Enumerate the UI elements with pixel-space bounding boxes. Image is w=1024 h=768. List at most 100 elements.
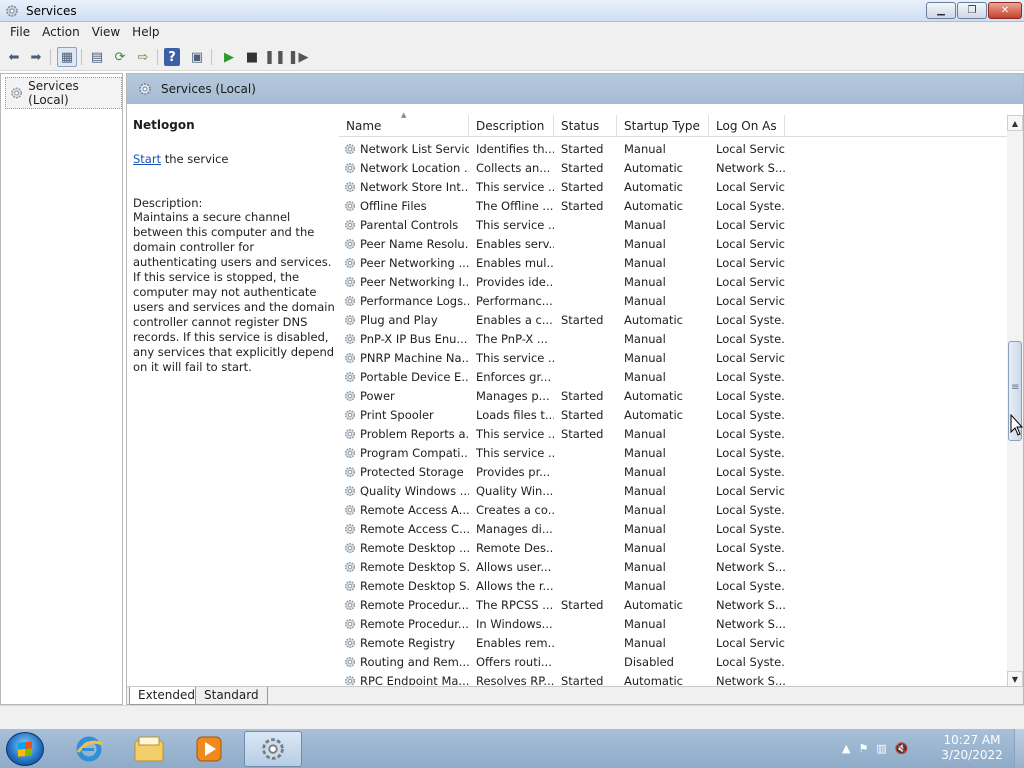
help-icon[interactable]: ?: [164, 48, 180, 66]
menu-help[interactable]: Help: [126, 22, 165, 43]
table-row[interactable]: Parental Controls This service ... Manual L…: [339, 215, 1007, 234]
table-row[interactable]: Network Store Int... This service ... Star…: [339, 177, 1007, 196]
service-description-cell: Manages p...: [476, 388, 550, 403]
table-row[interactable]: Portable Device E... Enforces gr... Manual…: [339, 367, 1007, 386]
console-tree-icon[interactable]: ▦: [57, 47, 77, 67]
column-header-startup-type[interactable]: Startup Type: [617, 115, 709, 136]
column-header-description[interactable]: Description: [469, 115, 554, 136]
service-name-text: Network List Service: [360, 141, 469, 156]
network-icon[interactable]: ▥: [876, 742, 886, 755]
vertical-scrollbar[interactable]: ▲ ▼: [1007, 115, 1023, 687]
service-name-cell: Routing and Rem...: [339, 655, 469, 669]
close-button[interactable]: ✕: [988, 2, 1022, 19]
tab-standard[interactable]: Standard: [195, 687, 268, 705]
table-row[interactable]: Peer Name Resolu... Enables serv... Manual…: [339, 234, 1007, 253]
table-row[interactable]: Peer Networking I... Provides ide... Manua…: [339, 272, 1007, 291]
table-row[interactable]: Quality Windows ... Quality Win... Manual L…: [339, 481, 1007, 500]
view-icon[interactable]: ▣: [187, 47, 207, 67]
service-name-cell: Portable Device E...: [339, 370, 469, 384]
properties-icon[interactable]: ▤: [87, 47, 107, 67]
forward-icon[interactable]: ➡: [26, 47, 46, 67]
service-status-cell: Started: [561, 312, 604, 327]
service-name-text: Remote Desktop S...: [360, 578, 469, 593]
table-row[interactable]: Power Manages p... Started Automatic Local S…: [339, 386, 1007, 405]
service-startup-type-cell: Automatic: [624, 673, 683, 686]
service-description-cell: Provides pr...: [476, 464, 551, 479]
service-gear-icon: [343, 161, 357, 175]
table-row[interactable]: Network List Service Identifies th... Star…: [339, 139, 1007, 158]
service-description-cell: Identifies th...: [476, 141, 554, 156]
table-row[interactable]: RPC Endpoint Ma... Resolves RP... Started A…: [339, 671, 1007, 685]
service-gear-icon: [343, 446, 357, 460]
table-row[interactable]: Network Location ... Collects an... Starte…: [339, 158, 1007, 177]
table-row[interactable]: Routing and Rem... Offers routi... Disable…: [339, 652, 1007, 671]
table-row[interactable]: Remote Desktop ... Remote Des... Manual Loc…: [339, 538, 1007, 557]
service-status-cell: Started: [561, 179, 604, 194]
table-row[interactable]: Offline Files The Offline ... Started Autom…: [339, 196, 1007, 215]
tree-node-label: Services (Local): [28, 79, 79, 107]
service-name-cell: Performance Logs...: [339, 294, 469, 308]
table-row[interactable]: Remote Procedur... The RPCSS ... Started Au…: [339, 595, 1007, 614]
menu-action[interactable]: Action: [36, 22, 86, 43]
back-icon[interactable]: ⬅: [4, 47, 24, 67]
minimize-button[interactable]: ▁: [926, 2, 956, 19]
service-gear-icon: [343, 598, 357, 612]
service-name-text: Quality Windows ...: [360, 483, 469, 498]
service-name-text: Remote Procedur...: [360, 597, 469, 612]
service-log-on-as-cell: Local Syste...: [716, 578, 785, 593]
play-icon[interactable]: ▶: [219, 47, 239, 67]
restart-icon[interactable]: ❚▶: [288, 47, 309, 67]
service-log-on-as-cell: Network S...: [716, 160, 785, 175]
menu-file[interactable]: File: [4, 22, 36, 43]
windows-explorer-icon[interactable]: [122, 731, 176, 767]
table-row[interactable]: Remote Access A... Creates a co... Manual L…: [339, 500, 1007, 519]
table-row[interactable]: Remote Procedur... In Windows... Manual Net…: [339, 614, 1007, 633]
refresh-icon[interactable]: ⟳: [110, 47, 130, 67]
table-row[interactable]: Protected Storage Provides pr... Manual Loc…: [339, 462, 1007, 481]
scroll-down-arrow-icon[interactable]: ▼: [1007, 671, 1023, 687]
table-row[interactable]: Program Compati... This service ... Manual…: [339, 443, 1007, 462]
service-name-cell: Remote Procedur...: [339, 617, 469, 631]
column-header-log-on-as[interactable]: Log On As: [709, 115, 785, 136]
show-hidden-icons-icon[interactable]: ▲: [842, 742, 850, 755]
service-gear-icon: [343, 427, 357, 441]
media-player-icon[interactable]: [182, 731, 236, 767]
service-description-cell: Offers routi...: [476, 654, 552, 669]
table-row[interactable]: Performance Logs... Performanc... Manual Lo…: [339, 291, 1007, 310]
pause-icon[interactable]: ❚❚: [264, 47, 286, 67]
service-startup-type-cell: Automatic: [624, 597, 683, 612]
maximize-button[interactable]: ❐: [957, 2, 987, 19]
volume-muted-icon[interactable]: 🔇: [895, 742, 909, 755]
service-name-cell: Network List Service: [339, 142, 469, 156]
table-row[interactable]: Print Spooler Loads files t... Started Auto…: [339, 405, 1007, 424]
table-row[interactable]: Remote Registry Enables rem... Manual Local…: [339, 633, 1007, 652]
internet-explorer-icon[interactable]: [62, 731, 116, 767]
start-service-link[interactable]: Start: [133, 152, 161, 166]
column-header-status[interactable]: Status: [554, 115, 617, 136]
table-row[interactable]: PnP-X IP Bus Enu... The PnP-X ... Manual Lo…: [339, 329, 1007, 348]
show-desktop-button[interactable]: [1014, 729, 1024, 768]
table-row[interactable]: Remote Desktop S... Allows the r... Manual…: [339, 576, 1007, 595]
tab-extended[interactable]: Extended: [129, 687, 204, 705]
start-button[interactable]: [6, 732, 44, 766]
table-row[interactable]: Problem Reports a... This service ... Star…: [339, 424, 1007, 443]
menu-view[interactable]: View: [86, 22, 126, 43]
clock[interactable]: 10:27 AM 3/20/2022: [936, 733, 1008, 763]
stop-icon[interactable]: ■: [242, 47, 262, 67]
table-row[interactable]: Plug and Play Enables a c... Started Automa…: [339, 310, 1007, 329]
table-row[interactable]: Remote Access C... Manages di... Manual Loc…: [339, 519, 1007, 538]
service-startup-type-cell: Manual: [624, 578, 666, 593]
table-row[interactable]: Remote Desktop S... Allows user... Manual N…: [339, 557, 1007, 576]
table-row[interactable]: Peer Networking ... Enables mul... Manual L…: [339, 253, 1007, 272]
export-icon[interactable]: ⇨: [133, 47, 153, 67]
service-description-cell: Collects an...: [476, 160, 551, 175]
action-center-flag-icon[interactable]: ⚑: [858, 742, 868, 755]
services-icon[interactable]: [244, 731, 302, 767]
start-service-text: the service: [161, 152, 229, 166]
service-startup-type-cell: Manual: [624, 141, 666, 156]
table-row[interactable]: PNRP Machine Na... This service ... Manual…: [339, 348, 1007, 367]
clock-date: 3/20/2022: [941, 748, 1003, 762]
scroll-up-arrow-icon[interactable]: ▲: [1007, 115, 1023, 131]
service-name-cell: Network Store Int...: [339, 180, 469, 194]
tree-node-services-local[interactable]: Services (Local): [5, 77, 122, 109]
